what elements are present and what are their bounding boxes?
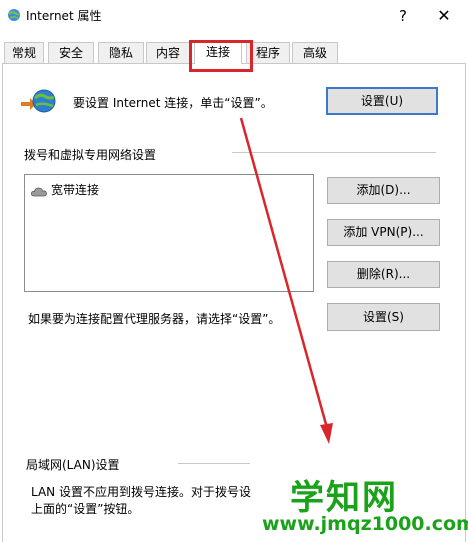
dialup-heading: 拨号和虚拟专用网络设置 bbox=[24, 148, 157, 162]
setup-button[interactable]: 设置(U) bbox=[326, 87, 438, 115]
broadband-connection-icon bbox=[31, 187, 47, 196]
tab-content[interactable]: 内容 bbox=[146, 42, 190, 63]
remove-connection-button[interactable]: 删除(R)... bbox=[327, 261, 440, 288]
tab-privacy[interactable]: 隐私 bbox=[98, 42, 144, 63]
internet-options-icon bbox=[8, 9, 20, 21]
help-button[interactable]: ? bbox=[388, 4, 418, 28]
watermark-logo: 学知网 bbox=[290, 478, 398, 518]
internet-connection-icon bbox=[21, 89, 56, 113]
tab-advanced[interactable]: 高级 bbox=[292, 42, 338, 63]
connection-name: 宽带连接 bbox=[51, 183, 100, 197]
add-connection-button[interactable]: 添加(D)... bbox=[327, 177, 440, 204]
lan-description-line2: 上面的“设置”按钮。 bbox=[31, 502, 140, 516]
dialup-divider bbox=[232, 152, 436, 153]
title-bar: Internet 属性 ? ✕ bbox=[0, 0, 468, 32]
connection-list[interactable]: 宽带连接 bbox=[24, 174, 314, 292]
setup-instruction: 要设置 Internet 连接，单击“设置”。 bbox=[73, 96, 273, 110]
lan-description-line1: LAN 设置不应用到拨号连接。对于拨号设 bbox=[31, 485, 251, 499]
window-title: Internet 属性 bbox=[26, 9, 102, 23]
add-vpn-button[interactable]: 添加 VPN(P)... bbox=[327, 219, 440, 246]
lan-description: LAN 设置不应用到拨号连接。对于拨号设 上面的“设置”按钮。 bbox=[31, 484, 261, 518]
tab-highlight-box bbox=[189, 40, 253, 72]
lan-divider bbox=[178, 463, 250, 464]
tab-general[interactable]: 常规 bbox=[4, 42, 44, 63]
lan-heading: 局域网(LAN)设置 bbox=[26, 458, 120, 472]
watermark-url: www.jmqz1000.com bbox=[262, 513, 468, 535]
close-button[interactable]: ✕ bbox=[428, 4, 460, 28]
tab-security[interactable]: 安全 bbox=[48, 42, 94, 63]
list-item[interactable]: 宽带连接 bbox=[31, 181, 99, 198]
dialup-settings-button[interactable]: 设置(S) bbox=[327, 303, 440, 331]
proxy-instruction: 如果要为连接配置代理服务器，请选择“设置”。 bbox=[28, 312, 281, 326]
